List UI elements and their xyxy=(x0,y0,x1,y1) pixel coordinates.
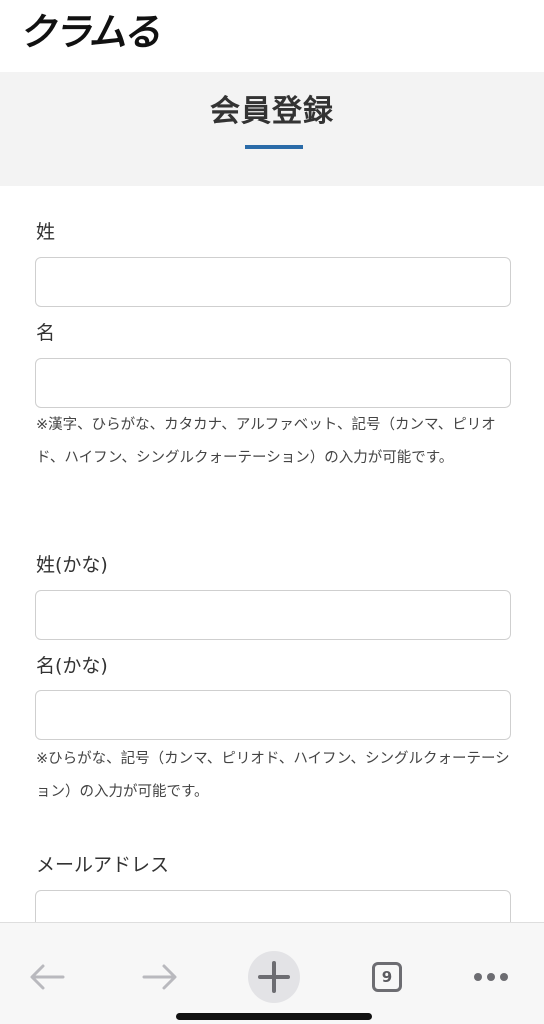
first-name-kana-label: 名(かな) xyxy=(36,655,108,677)
new-tab-button[interactable] xyxy=(247,945,301,1009)
last-name-label: 姓 xyxy=(36,221,56,243)
browser-toolbar: 9 xyxy=(0,922,544,1024)
kana-input-note: ※ひらがな、記号（カンマ、ピリオド、ハイフン、シングルクォーテーション）の入力が… xyxy=(36,751,510,800)
site-logo[interactable]: クラムる xyxy=(18,8,165,56)
forward-button[interactable] xyxy=(135,945,185,1009)
site-header: クラムる xyxy=(0,0,544,72)
back-button[interactable] xyxy=(22,945,72,1009)
last-name-input[interactable] xyxy=(35,257,511,307)
forward-arrow-icon xyxy=(142,964,177,990)
name-input-note: ※漢字、ひらがな、カタカナ、アルファベット、記号（カンマ、ピリオド、ハイフン、シ… xyxy=(36,417,496,466)
more-button[interactable] xyxy=(466,945,516,1009)
back-arrow-icon xyxy=(30,964,65,990)
email-label: メールアドレス xyxy=(36,854,170,876)
plus-icon xyxy=(258,961,290,993)
more-icon xyxy=(474,973,508,981)
home-indicator xyxy=(176,1013,372,1020)
title-underline xyxy=(245,145,303,149)
first-name-kana-input[interactable] xyxy=(35,690,511,740)
tabs-icon: 9 xyxy=(372,962,402,992)
first-name-label: 名 xyxy=(36,322,56,344)
last-name-kana-label: 姓(かな) xyxy=(36,554,108,576)
first-name-input[interactable] xyxy=(35,358,511,408)
last-name-kana-input[interactable] xyxy=(35,590,511,640)
tabs-button[interactable]: 9 xyxy=(366,945,408,1009)
page-title: 会員登録 xyxy=(210,94,334,129)
